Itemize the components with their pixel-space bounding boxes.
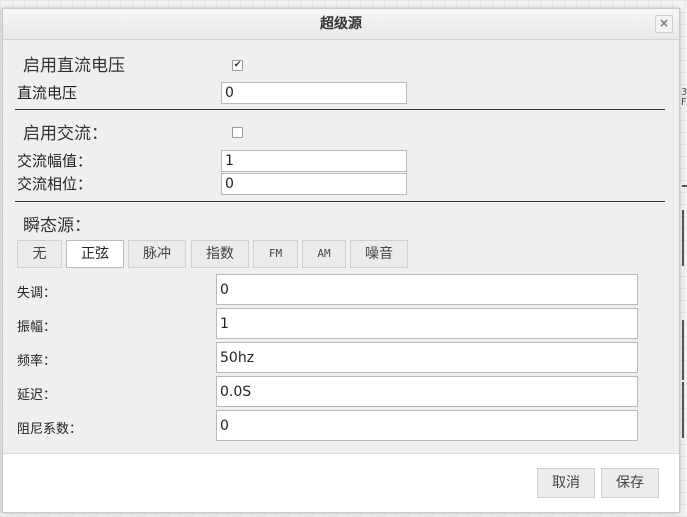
close-button[interactable]: × bbox=[655, 15, 673, 33]
canvas-wire bbox=[682, 320, 684, 380]
dc-enable-label: 启用直流电压 bbox=[23, 56, 125, 76]
dc-voltage-input[interactable] bbox=[221, 82, 407, 104]
section-divider bbox=[15, 109, 665, 110]
ac-amplitude-input[interactable] bbox=[221, 150, 407, 172]
amplitude-label: 振幅： bbox=[17, 320, 57, 335]
canvas-wire bbox=[682, 382, 684, 438]
tab-exponential[interactable]: 指数 bbox=[191, 240, 249, 268]
tab-none[interactable]: 无 bbox=[17, 240, 62, 268]
delay-label: 延迟： bbox=[17, 388, 57, 403]
ac-amplitude-label: 交流幅值： bbox=[17, 152, 93, 170]
save-button[interactable]: 保存 bbox=[601, 468, 659, 498]
super-source-dialog: 超级源 × 启用直流电压 ✔ 直流电压 启用交流： 交流幅值： 交流相位： 瞬态… bbox=[2, 8, 680, 513]
frequency-input[interactable] bbox=[216, 342, 638, 373]
damping-input[interactable] bbox=[216, 410, 638, 441]
damping-label: 阻尼系数： bbox=[17, 422, 83, 437]
ac-phase-label: 交流相位： bbox=[17, 175, 93, 193]
frequency-label: 频率： bbox=[17, 354, 57, 369]
delay-input[interactable] bbox=[216, 376, 638, 407]
amplitude-input[interactable] bbox=[216, 308, 638, 339]
tab-fm[interactable]: FM bbox=[253, 240, 298, 268]
ac-phase-input[interactable] bbox=[221, 173, 407, 195]
dialog-titlebar[interactable]: 超级源 × bbox=[3, 9, 679, 40]
close-icon: × bbox=[658, 16, 670, 30]
tab-sine[interactable]: 正弦 bbox=[66, 240, 124, 268]
canvas-edge-text: 3 F bbox=[681, 87, 687, 108]
dc-enable-checkbox[interactable]: ✔ bbox=[232, 60, 243, 71]
tab-noise[interactable]: 噪音 bbox=[350, 240, 408, 268]
ac-enable-checkbox[interactable] bbox=[232, 127, 243, 138]
tab-am[interactable]: AM bbox=[302, 240, 346, 268]
offset-input[interactable] bbox=[216, 274, 638, 305]
transient-label: 瞬态源： bbox=[23, 216, 91, 236]
canvas-wire bbox=[682, 185, 687, 187]
dialog-title: 超级源 bbox=[320, 16, 362, 32]
canvas-wire bbox=[682, 210, 684, 266]
section-divider bbox=[15, 201, 665, 202]
tab-pulse[interactable]: 脉冲 bbox=[128, 240, 186, 268]
dc-voltage-label: 直流电压 bbox=[17, 84, 78, 102]
check-icon: ✔ bbox=[233, 60, 242, 70]
cancel-button[interactable]: 取消 bbox=[537, 468, 595, 498]
offset-label: 失调： bbox=[17, 286, 57, 301]
ac-enable-label: 启用交流： bbox=[23, 124, 108, 144]
